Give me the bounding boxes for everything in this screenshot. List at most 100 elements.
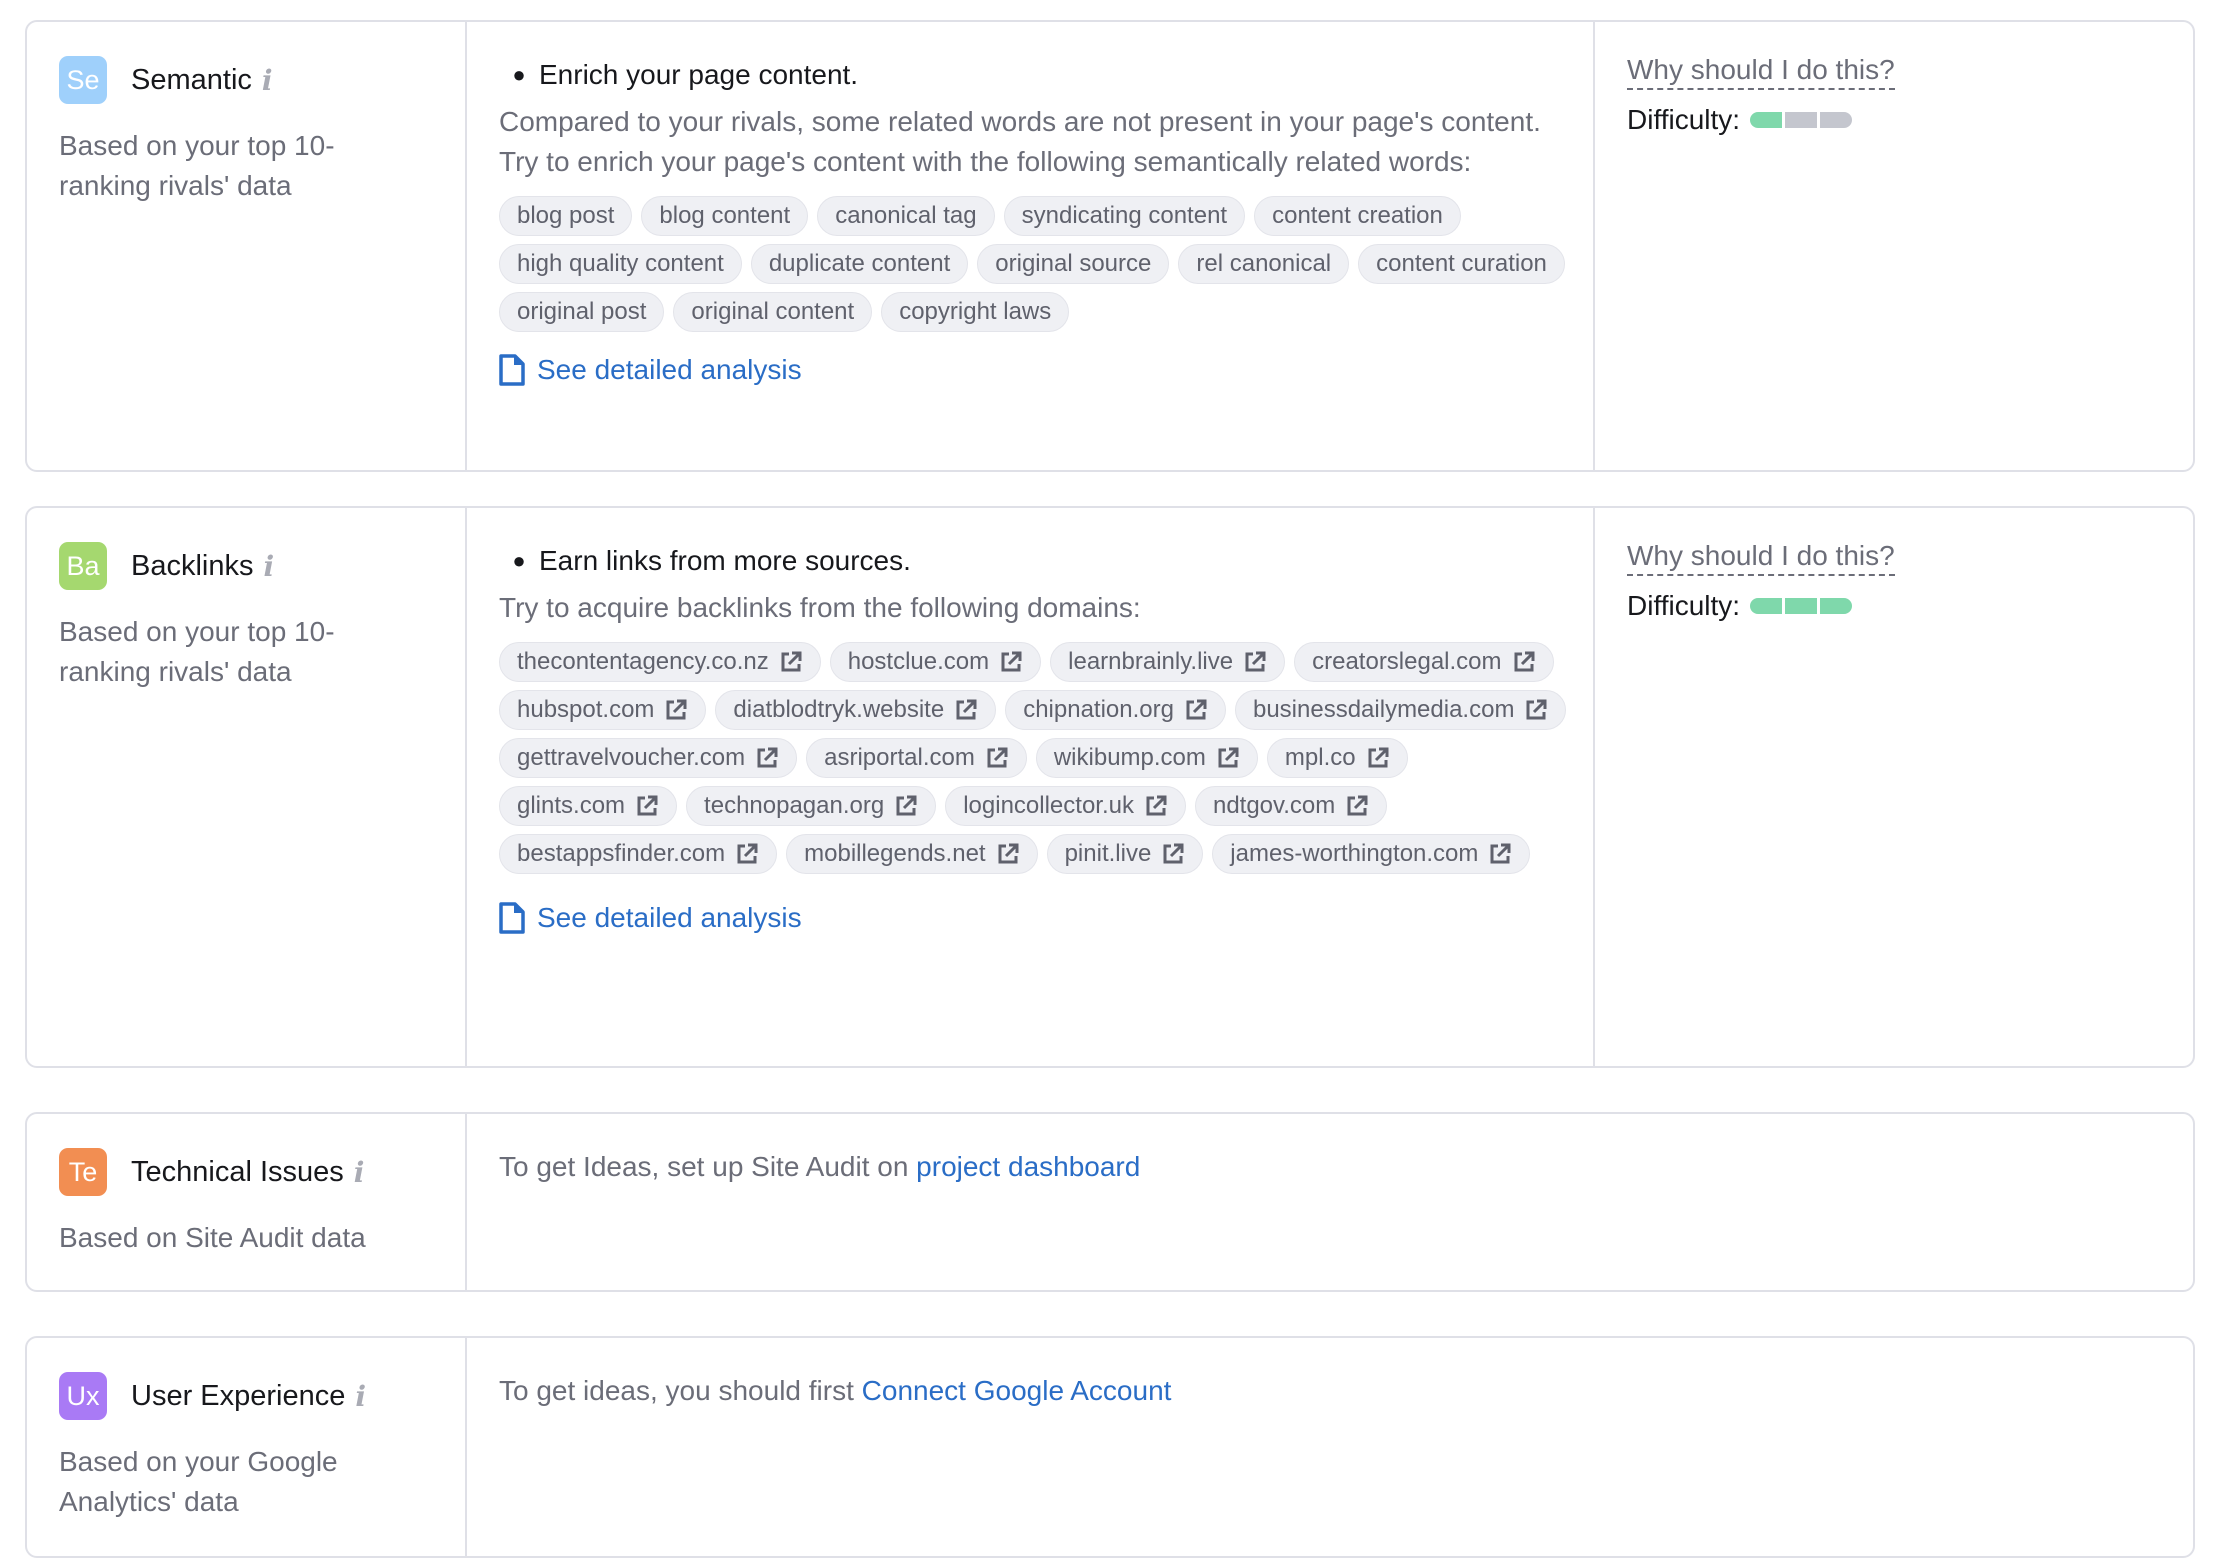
external-link-icon[interactable] <box>779 650 803 674</box>
semantic-why-link[interactable]: Why should I do this? <box>1627 54 1895 90</box>
backlink-domain-chip[interactable]: gettravelvoucher.com <box>499 738 798 778</box>
chip-label: blog post <box>517 202 615 229</box>
technical-issues-card: Te Technical Issues i Based on Site Audi… <box>25 1112 2195 1292</box>
domain-label: businessdailymedia.com <box>1252 696 1515 723</box>
external-link-icon[interactable] <box>755 746 779 770</box>
ux-title: User Experience <box>131 1379 346 1412</box>
chip-label: content creation <box>1272 202 1443 229</box>
backlinks-paragraph-1: Try to acquire backlinks from the follow… <box>499 592 1141 623</box>
external-link-icon[interactable] <box>664 698 688 722</box>
backlinks-difficulty: Difficulty: <box>1627 590 2161 622</box>
backlink-domain-chip[interactable]: james-worthington.com <box>1212 834 1531 874</box>
external-link-icon[interactable] <box>999 650 1023 674</box>
backlinks-why-link[interactable]: Why should I do this? <box>1627 540 1895 576</box>
backlink-domain-chip[interactable]: hubspot.com <box>499 690 707 730</box>
info-icon[interactable]: i <box>264 550 275 583</box>
external-link-icon[interactable] <box>1345 794 1369 818</box>
semantic-title: Semantic <box>131 63 252 96</box>
backlink-domain-chip[interactable]: learnbrainly.live <box>1050 642 1286 682</box>
semantic-card: Se Semantic i Based on your top 10-ranki… <box>25 20 2195 472</box>
semantic-word-chip: syndicating content <box>1003 196 1246 236</box>
external-link-icon[interactable] <box>635 794 659 818</box>
ux-subtitle: Based on your Google Analytics' data <box>59 1446 338 1517</box>
domain-label: bestappsfinder.com <box>517 840 726 867</box>
backlink-domain-chip[interactable]: logincollector.uk <box>945 786 1186 826</box>
semantic-difficulty: Difficulty: <box>1627 104 2161 136</box>
ux-category-column: Ux User Experience i Based on your Googl… <box>27 1338 467 1556</box>
external-link-icon[interactable] <box>1161 842 1185 866</box>
semantic-detailed-analysis-link[interactable]: See detailed analysis <box>499 354 1561 386</box>
chip-label: rel canonical <box>1196 250 1332 277</box>
domain-label: gettravelvoucher.com <box>517 744 746 771</box>
semantic-paragraph-1: Compared to your rivals, some related wo… <box>499 106 1541 137</box>
domain-label: asriportal.com <box>824 744 975 771</box>
ux-message-text: To get ideas, you should first <box>499 1375 862 1406</box>
chip-label: canonical tag <box>835 202 977 229</box>
user-experience-card: Ux User Experience i Based on your Googl… <box>25 1336 2195 1558</box>
technical-message: To get Ideas, set up Site Audit on proje… <box>499 1146 2161 1188</box>
backlink-domain-chip[interactable]: diatblodtryk.website <box>715 690 997 730</box>
backlinks-detailed-analysis-label: See detailed analysis <box>537 902 802 933</box>
difficulty-bar <box>1750 112 1853 128</box>
external-link-icon[interactable] <box>1243 650 1267 674</box>
backlink-domain-chip[interactable]: technopagan.org <box>686 786 937 826</box>
external-link-icon[interactable] <box>1144 794 1168 818</box>
semantic-idea-bullet: ● Enrich your page content. <box>499 54 1561 96</box>
external-link-icon[interactable] <box>996 842 1020 866</box>
difficulty-segment-empty <box>1785 112 1818 128</box>
external-link-icon[interactable] <box>894 794 918 818</box>
backlink-domain-chip[interactable]: hostclue.com <box>829 642 1042 682</box>
semantic-word-chip: high quality content <box>499 244 742 284</box>
external-link-icon[interactable] <box>954 698 978 722</box>
chip-label: blog content <box>659 202 791 229</box>
backlink-domain-chip[interactable]: pinit.live <box>1046 834 1204 874</box>
backlinks-detailed-analysis-link[interactable]: See detailed analysis <box>499 902 1561 934</box>
domain-label: ndtgov.com <box>1212 792 1336 819</box>
domain-label: creatorslegal.com <box>1312 648 1502 675</box>
project-dashboard-link[interactable]: project dashboard <box>916 1151 1140 1182</box>
backlink-domain-chip[interactable]: ndtgov.com <box>1194 786 1388 826</box>
external-link-icon[interactable] <box>1366 746 1390 770</box>
domain-label: technopagan.org <box>704 792 885 819</box>
technical-category-column: Te Technical Issues i Based on Site Audi… <box>27 1114 467 1290</box>
difficulty-label: Difficulty: <box>1627 104 1741 135</box>
ux-badge: Ux <box>59 1372 107 1420</box>
semantic-word-chip: copyright laws <box>881 292 1070 332</box>
backlink-domain-chip[interactable]: asriportal.com <box>806 738 1027 778</box>
external-link-icon[interactable] <box>1184 698 1208 722</box>
external-link-icon[interactable] <box>1216 746 1240 770</box>
info-icon[interactable]: i <box>354 1156 365 1189</box>
backlink-domain-chip[interactable]: bestappsfinder.com <box>499 834 778 874</box>
semantic-word-chip: original source <box>977 244 1170 284</box>
semantic-word-chip: rel canonical <box>1178 244 1350 284</box>
external-link-icon[interactable] <box>985 746 1009 770</box>
backlinks-title: Backlinks <box>131 549 254 582</box>
difficulty-segment-filled <box>1750 112 1783 128</box>
external-link-icon[interactable] <box>1488 842 1512 866</box>
external-link-icon[interactable] <box>735 842 759 866</box>
chip-label: high quality content <box>517 250 724 277</box>
external-link-icon[interactable] <box>1512 650 1536 674</box>
domain-label: james-worthington.com <box>1230 840 1479 867</box>
backlink-domain-chip[interactable]: mpl.co <box>1266 738 1408 778</box>
domain-label: hubspot.com <box>517 696 655 723</box>
backlink-domain-chip[interactable]: creatorslegal.com <box>1294 642 1554 682</box>
difficulty-segment-filled <box>1785 598 1818 614</box>
backlink-domain-chip[interactable]: businessdailymedia.com <box>1234 690 1567 730</box>
semantic-word-chip: blog post <box>499 196 633 236</box>
domain-label: glints.com <box>517 792 626 819</box>
backlink-domain-chip[interactable]: glints.com <box>499 786 678 826</box>
semantic-word-chip: duplicate content <box>750 244 969 284</box>
bullet-icon: ● <box>512 62 526 87</box>
backlink-domain-chip[interactable]: chipnation.org <box>1005 690 1226 730</box>
chip-label: copyright laws <box>899 298 1052 325</box>
backlink-domain-chip[interactable]: mobillegends.net <box>786 834 1038 874</box>
backlink-domain-chip[interactable]: thecontentagency.co.nz <box>499 642 821 682</box>
document-icon <box>499 354 525 386</box>
connect-google-account-link[interactable]: Connect Google Account <box>862 1375 1172 1406</box>
external-link-icon[interactable] <box>1524 698 1548 722</box>
info-icon[interactable]: i <box>355 1380 366 1413</box>
backlink-domain-chip[interactable]: wikibump.com <box>1035 738 1258 778</box>
backlinks-idea-bullet: ● Earn links from more sources. <box>499 540 1561 582</box>
info-icon[interactable]: i <box>262 64 273 97</box>
